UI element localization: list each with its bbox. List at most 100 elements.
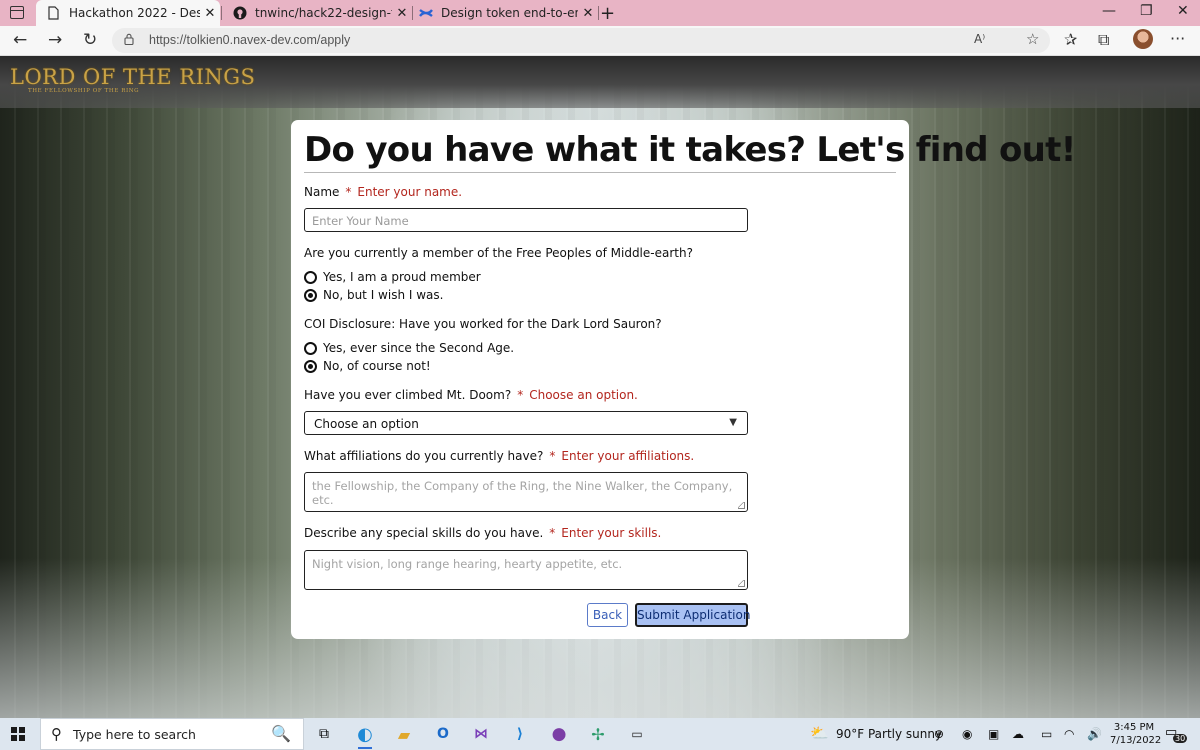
mt-doom-select[interactable]: Choose an option ▼ (304, 411, 748, 435)
radio-label: Yes, ever since the Second Age. (323, 341, 515, 355)
required-mark: * (517, 388, 524, 402)
confluence-icon (418, 6, 433, 21)
record-icon[interactable]: ◉ (962, 727, 972, 741)
profile-avatar[interactable] (1133, 29, 1153, 49)
weather-icon[interactable]: ⛅ (810, 724, 829, 742)
windows-start-icon[interactable] (11, 727, 25, 741)
forward-arrow-icon[interactable]: → (48, 30, 62, 50)
page-icon (46, 6, 61, 21)
tab-hackathon[interactable]: Hackathon 2022 - Design token ✕ (36, 0, 220, 26)
back-arrow-icon[interactable]: ← (13, 30, 27, 50)
read-aloud-icon[interactable]: A⁾ (974, 32, 985, 46)
refresh-icon[interactable]: ↻ (83, 30, 97, 50)
site-logo[interactable]: LORD OF THE RINGS THE FELLOWSHIP OF THE … (10, 65, 256, 94)
slack-icon[interactable]: ✢ (583, 721, 613, 747)
affiliations-label-text: What affiliations do you currently have? (304, 449, 544, 463)
back-button[interactable]: Back (587, 603, 628, 627)
browser-toolbar: ← → ↻ https://tolkien0.navex-dev.com/app… (0, 26, 1200, 56)
radio-label: No, of course not! (323, 359, 431, 373)
restore-icon[interactable]: ❐ (1140, 3, 1153, 19)
affiliations-label: What affiliations do you currently have?… (304, 449, 694, 463)
weather-text[interactable]: 90°F Partly sunny (836, 727, 942, 741)
mt-doom-label: Have you ever climbed Mt. Doom? * Choose a… (304, 388, 638, 402)
site-header: LORD OF THE RINGS THE FELLOWSHIP OF THE … (0, 56, 1200, 108)
tab-actions-menu-icon[interactable] (10, 6, 24, 19)
battery-icon[interactable]: ▭ (1041, 727, 1052, 741)
skills-error: Enter your skills. (561, 526, 662, 540)
radio-button-selected[interactable] (304, 359, 317, 373)
chevron-down-icon: ▼ (729, 417, 737, 428)
affiliations-error: Enter your affiliations. (561, 449, 695, 463)
member-option-no[interactable]: No, but I wish I was. (304, 288, 443, 302)
radio-button[interactable] (304, 341, 317, 355)
skills-label-text: Describe any special skills do you have. (304, 526, 544, 540)
close-tab-icon[interactable]: ✕ (200, 6, 220, 21)
minimize-icon[interactable]: — (1102, 3, 1116, 19)
application-form: Do you have what it takes? Let's find ou… (291, 120, 1076, 639)
search-icon: ⚲ (51, 725, 62, 743)
vscode-icon[interactable]: ⟩ (505, 721, 535, 747)
skills-label: Describe any special skills do you have.… (304, 526, 661, 540)
name-label: Name * Enter your name. (304, 185, 462, 199)
logo-title: LORD OF THE RINGS (10, 65, 256, 89)
visual-studio-icon[interactable]: ⋈ (466, 721, 496, 747)
more-menu-icon[interactable]: ··· (1170, 29, 1185, 48)
tab-title: Design token end-to-end workfl (441, 6, 578, 20)
name-label-text: Name (304, 185, 340, 199)
edge-icon[interactable]: ◐ (350, 721, 380, 749)
onedrive-icon[interactable]: ☁ (1012, 727, 1024, 741)
clock-date: 7/13/2022 (1110, 735, 1162, 746)
phone-link-icon[interactable]: ▣ (988, 727, 999, 741)
coi-option-no[interactable]: No, of course not! (304, 359, 431, 373)
textarea-placeholder: Night vision, long range hearing, hearty… (312, 557, 623, 571)
tab-github[interactable]: tnwinc/hack22-design-tokens-de ✕ (222, 0, 412, 26)
collections-icon[interactable]: ⧉ (1098, 30, 1109, 50)
affiliations-textarea[interactable]: the Fellowship, the Company of the Ring,… (304, 472, 748, 512)
new-tab-icon[interactable]: + (600, 3, 615, 24)
close-tab-icon[interactable]: ✕ (578, 6, 598, 21)
skills-textarea[interactable]: Night vision, long range hearing, hearty… (304, 550, 748, 590)
address-bar[interactable]: https://tolkien0.navex-dev.com/apply A⁾ … (112, 28, 1050, 53)
windows-taskbar: ⚲ Type here to search 🔍 ⧉ ◐ ▰ O ⋈ ⟩ ● ✢ … (0, 718, 1200, 750)
member-question-label: Are you currently a member of the Free P… (304, 246, 693, 260)
volume-icon[interactable]: 🔊 (1087, 727, 1102, 741)
system-clock[interactable]: 3:45 PM 7/13/2022 (1110, 721, 1162, 747)
search-placeholder: Type here to search (73, 727, 196, 742)
terminal-icon[interactable]: ▭ (622, 721, 652, 747)
outlook-icon[interactable]: O (428, 721, 458, 747)
radio-label: No, but I wish I was. (323, 288, 444, 302)
tab-separator (598, 6, 599, 20)
lock-icon[interactable] (124, 33, 134, 45)
resize-handle[interactable] (738, 580, 745, 587)
radio-button[interactable] (304, 270, 317, 284)
member-option-yes[interactable]: Yes, I am a proud member (304, 270, 481, 284)
coi-option-yes[interactable]: Yes, ever since the Second Age. (304, 341, 514, 355)
people-icon[interactable]: ⊕ (934, 727, 944, 741)
textarea-placeholder: the Fellowship, the Company of the Ring,… (312, 479, 733, 507)
github-icon (232, 6, 247, 21)
radio-button-selected[interactable] (304, 288, 317, 302)
resize-handle[interactable] (738, 502, 745, 509)
file-explorer-icon[interactable]: ▰ (389, 721, 419, 747)
task-view-icon[interactable]: ⧉ (309, 721, 339, 747)
radio-label: Yes, I am a proud member (323, 270, 481, 284)
logo-subtitle: THE FELLOWSHIP OF THE RING (28, 88, 140, 94)
clock-time: 3:45 PM (1113, 722, 1155, 733)
required-mark: * (345, 185, 352, 199)
close-window-icon[interactable]: ✕ (1177, 3, 1189, 19)
tab-confluence[interactable]: Design token end-to-end workfl ✕ (408, 0, 598, 26)
taskbar-search[interactable]: ⚲ Type here to search 🔍 (40, 718, 304, 750)
name-input[interactable]: Enter Your Name (304, 208, 748, 232)
page-title: Do you have what it takes? Let's find ou… (304, 130, 1076, 173)
github-desktop-icon[interactable]: ● (544, 721, 574, 747)
search-highlight-icon: 🔍 (271, 724, 291, 743)
tab-title: Hackathon 2022 - Design token (69, 6, 200, 20)
notification-count: 30 (1173, 734, 1188, 743)
submit-application-button[interactable]: Submit Application (635, 603, 750, 627)
favorites-icon[interactable]: ✰ (1064, 30, 1077, 49)
wifi-icon[interactable]: ◠ (1064, 727, 1074, 741)
url-text[interactable]: https://tolkien0.navex-dev.com/apply (149, 33, 350, 47)
add-favorite-icon[interactable]: ☆ (1026, 30, 1039, 48)
coi-question-label: COI Disclosure: Have you worked for the … (304, 317, 662, 331)
notification-center-icon[interactable]: ▭ 30 (1165, 725, 1188, 743)
